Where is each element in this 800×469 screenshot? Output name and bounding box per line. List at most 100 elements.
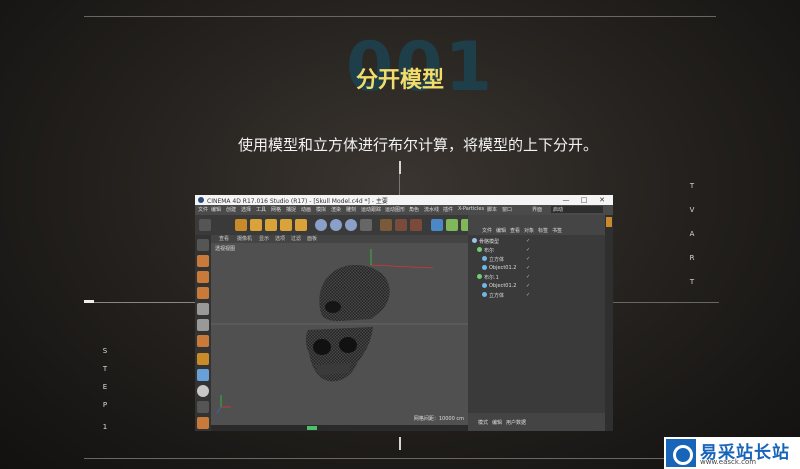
z-axis-icon[interactable]	[345, 219, 357, 231]
close-button[interactable]: ✕	[595, 195, 609, 205]
menu-create[interactable]: 创建	[226, 206, 236, 213]
menu-window[interactable]: 窗口	[502, 206, 512, 213]
bottom-line	[84, 458, 716, 459]
menu-pipeline[interactable]: 流水线	[424, 206, 439, 213]
object-row[interactable]: 布尔.1 ✓	[468, 273, 600, 281]
skull-model-render	[211, 249, 468, 414]
object-row[interactable]: 立方体 ✓	[468, 255, 600, 263]
tweak-mode-icon[interactable]	[197, 369, 209, 381]
attr-tab-edit[interactable]: 编辑	[492, 419, 502, 426]
minimize-button[interactable]: —	[559, 195, 573, 205]
object-name: 立方体	[489, 257, 505, 263]
menu-script[interactable]: 脚本	[487, 206, 497, 213]
perspective-viewport[interactable]: 查看 摄像机 显示 选项 过滤 面板 透视视图 网格间距：10000 cm	[211, 235, 468, 425]
layout-label: 界面	[532, 207, 543, 213]
rotate-tool-icon[interactable]	[280, 219, 292, 231]
left-tool-palette	[195, 235, 211, 431]
points-mode-icon[interactable]	[197, 303, 209, 315]
visibility-check-icon[interactable]: ✓	[526, 238, 530, 244]
vertical-text-left: S T E P 1	[102, 347, 108, 431]
render-settings-icon[interactable]	[410, 219, 422, 231]
object-name: 骨骼模型	[479, 239, 500, 245]
om-tab-edit[interactable]: 编辑	[496, 227, 506, 234]
object-row[interactable]: 骨骼模型 ✓	[468, 237, 600, 245]
scale-tool-icon[interactable]	[265, 219, 277, 231]
visibility-check-icon[interactable]: ✓	[526, 256, 530, 262]
menu-character[interactable]: 角色	[409, 206, 419, 213]
layout-select[interactable]: 启动	[551, 206, 603, 213]
bottom-connector	[399, 437, 401, 450]
menu-tools[interactable]: 工具	[256, 206, 266, 213]
polygons-mode-icon[interactable]	[197, 335, 209, 347]
spline-pen-icon[interactable]	[446, 219, 458, 231]
om-tab-objects[interactable]: 对象	[524, 227, 534, 234]
workplane-icon[interactable]	[197, 287, 209, 299]
menu-mograph[interactable]: 运动图形	[385, 206, 405, 213]
logo-url: www.easck.com	[700, 458, 757, 466]
attr-tab-mode[interactable]: 模式	[478, 419, 488, 426]
object-name: 布尔.1	[484, 275, 499, 281]
cube-icon[interactable]	[431, 219, 443, 231]
render-view-icon[interactable]	[380, 219, 392, 231]
visibility-check-icon[interactable]: ✓	[526, 283, 530, 289]
om-tab-bookmarks[interactable]: 书签	[552, 227, 562, 234]
object-type-icon	[482, 292, 487, 297]
maximize-button[interactable]: □	[577, 195, 591, 205]
object-type-icon	[482, 265, 487, 270]
attr-tab-userdata[interactable]: 用户数据	[506, 419, 526, 426]
render-picture-viewer-icon[interactable]	[395, 219, 407, 231]
snap-icon[interactable]	[197, 385, 209, 397]
object-row[interactable]: 布尔 ✓	[468, 246, 600, 254]
object-row[interactable]: 立方体 ✓	[468, 291, 600, 299]
object-row[interactable]: Object01.2 ✓	[468, 264, 600, 272]
undo-icon[interactable]	[199, 219, 211, 231]
top-connector-thin	[399, 174, 400, 195]
select-tool-icon[interactable]	[235, 219, 247, 231]
x-axis-icon[interactable]	[315, 219, 327, 231]
make-editable-icon[interactable]	[197, 239, 209, 251]
object-type-icon	[482, 256, 487, 261]
menu-file[interactable]: 文件	[198, 206, 208, 213]
y-axis-icon[interactable]	[330, 219, 342, 231]
om-tab-view[interactable]: 查看	[510, 227, 520, 234]
app-logo-icon	[198, 197, 204, 203]
coordinate-system-icon[interactable]	[360, 219, 372, 231]
timeline-marker[interactable]	[307, 426, 317, 430]
object-row[interactable]: Object01.2 ✓	[468, 282, 600, 290]
edges-mode-icon[interactable]	[197, 319, 209, 331]
visibility-check-icon[interactable]: ✓	[526, 247, 530, 253]
om-tab-file[interactable]: 文件	[482, 227, 492, 234]
window-title: CINEMA 4D R17.016 Studio (R17) - [Skull …	[207, 198, 388, 205]
axis-mode-icon[interactable]	[197, 353, 209, 365]
solo-icon[interactable]	[197, 401, 209, 413]
menu-xparticles[interactable]: X-Particles	[458, 206, 484, 212]
menu-render[interactable]: 渲染	[331, 206, 341, 213]
om-tab-tags[interactable]: 标签	[538, 227, 548, 234]
recent-tool-icon[interactable]	[295, 219, 307, 231]
menu-mesh[interactable]: 网格	[271, 206, 281, 213]
menu-sculpt[interactable]: 雕刻	[346, 206, 356, 213]
visibility-check-icon[interactable]: ✓	[526, 274, 530, 280]
lock-workplane-icon[interactable]	[197, 417, 209, 429]
menu-animate[interactable]: 动画	[301, 206, 311, 213]
object-manager: 文件 编辑 查看 对象 标签 书签 骨骼模型 ✓ 布尔 ✓ 立方体 ✓ Object01.2…	[468, 215, 613, 431]
visibility-check-icon[interactable]: ✓	[526, 265, 530, 271]
visibility-check-icon[interactable]: ✓	[526, 292, 530, 298]
menu-select[interactable]: 选择	[241, 206, 251, 213]
menu-edit[interactable]: 编辑	[211, 206, 221, 213]
side-tab-strip[interactable]	[605, 215, 613, 431]
move-tool-icon[interactable]	[250, 219, 262, 231]
object-type-icon	[477, 274, 482, 279]
menu-motion-tracking[interactable]: 运动跟踪	[361, 206, 381, 213]
menu-plugins[interactable]: 插件	[443, 206, 453, 213]
timeline-bar[interactable]	[211, 425, 468, 431]
object-name: 布尔	[484, 248, 495, 254]
model-mode-icon[interactable]	[197, 255, 209, 267]
menu-snap[interactable]: 捕捉	[286, 206, 296, 213]
site-logo: 易采站长站 www.easck.com	[664, 437, 800, 469]
vertical-text-right: T V A R T	[689, 182, 695, 286]
texture-mode-icon[interactable]	[197, 271, 209, 283]
side-tab-objects[interactable]	[606, 217, 612, 227]
menu-simulate[interactable]: 模拟	[316, 206, 326, 213]
logo-mark-icon	[666, 439, 696, 467]
